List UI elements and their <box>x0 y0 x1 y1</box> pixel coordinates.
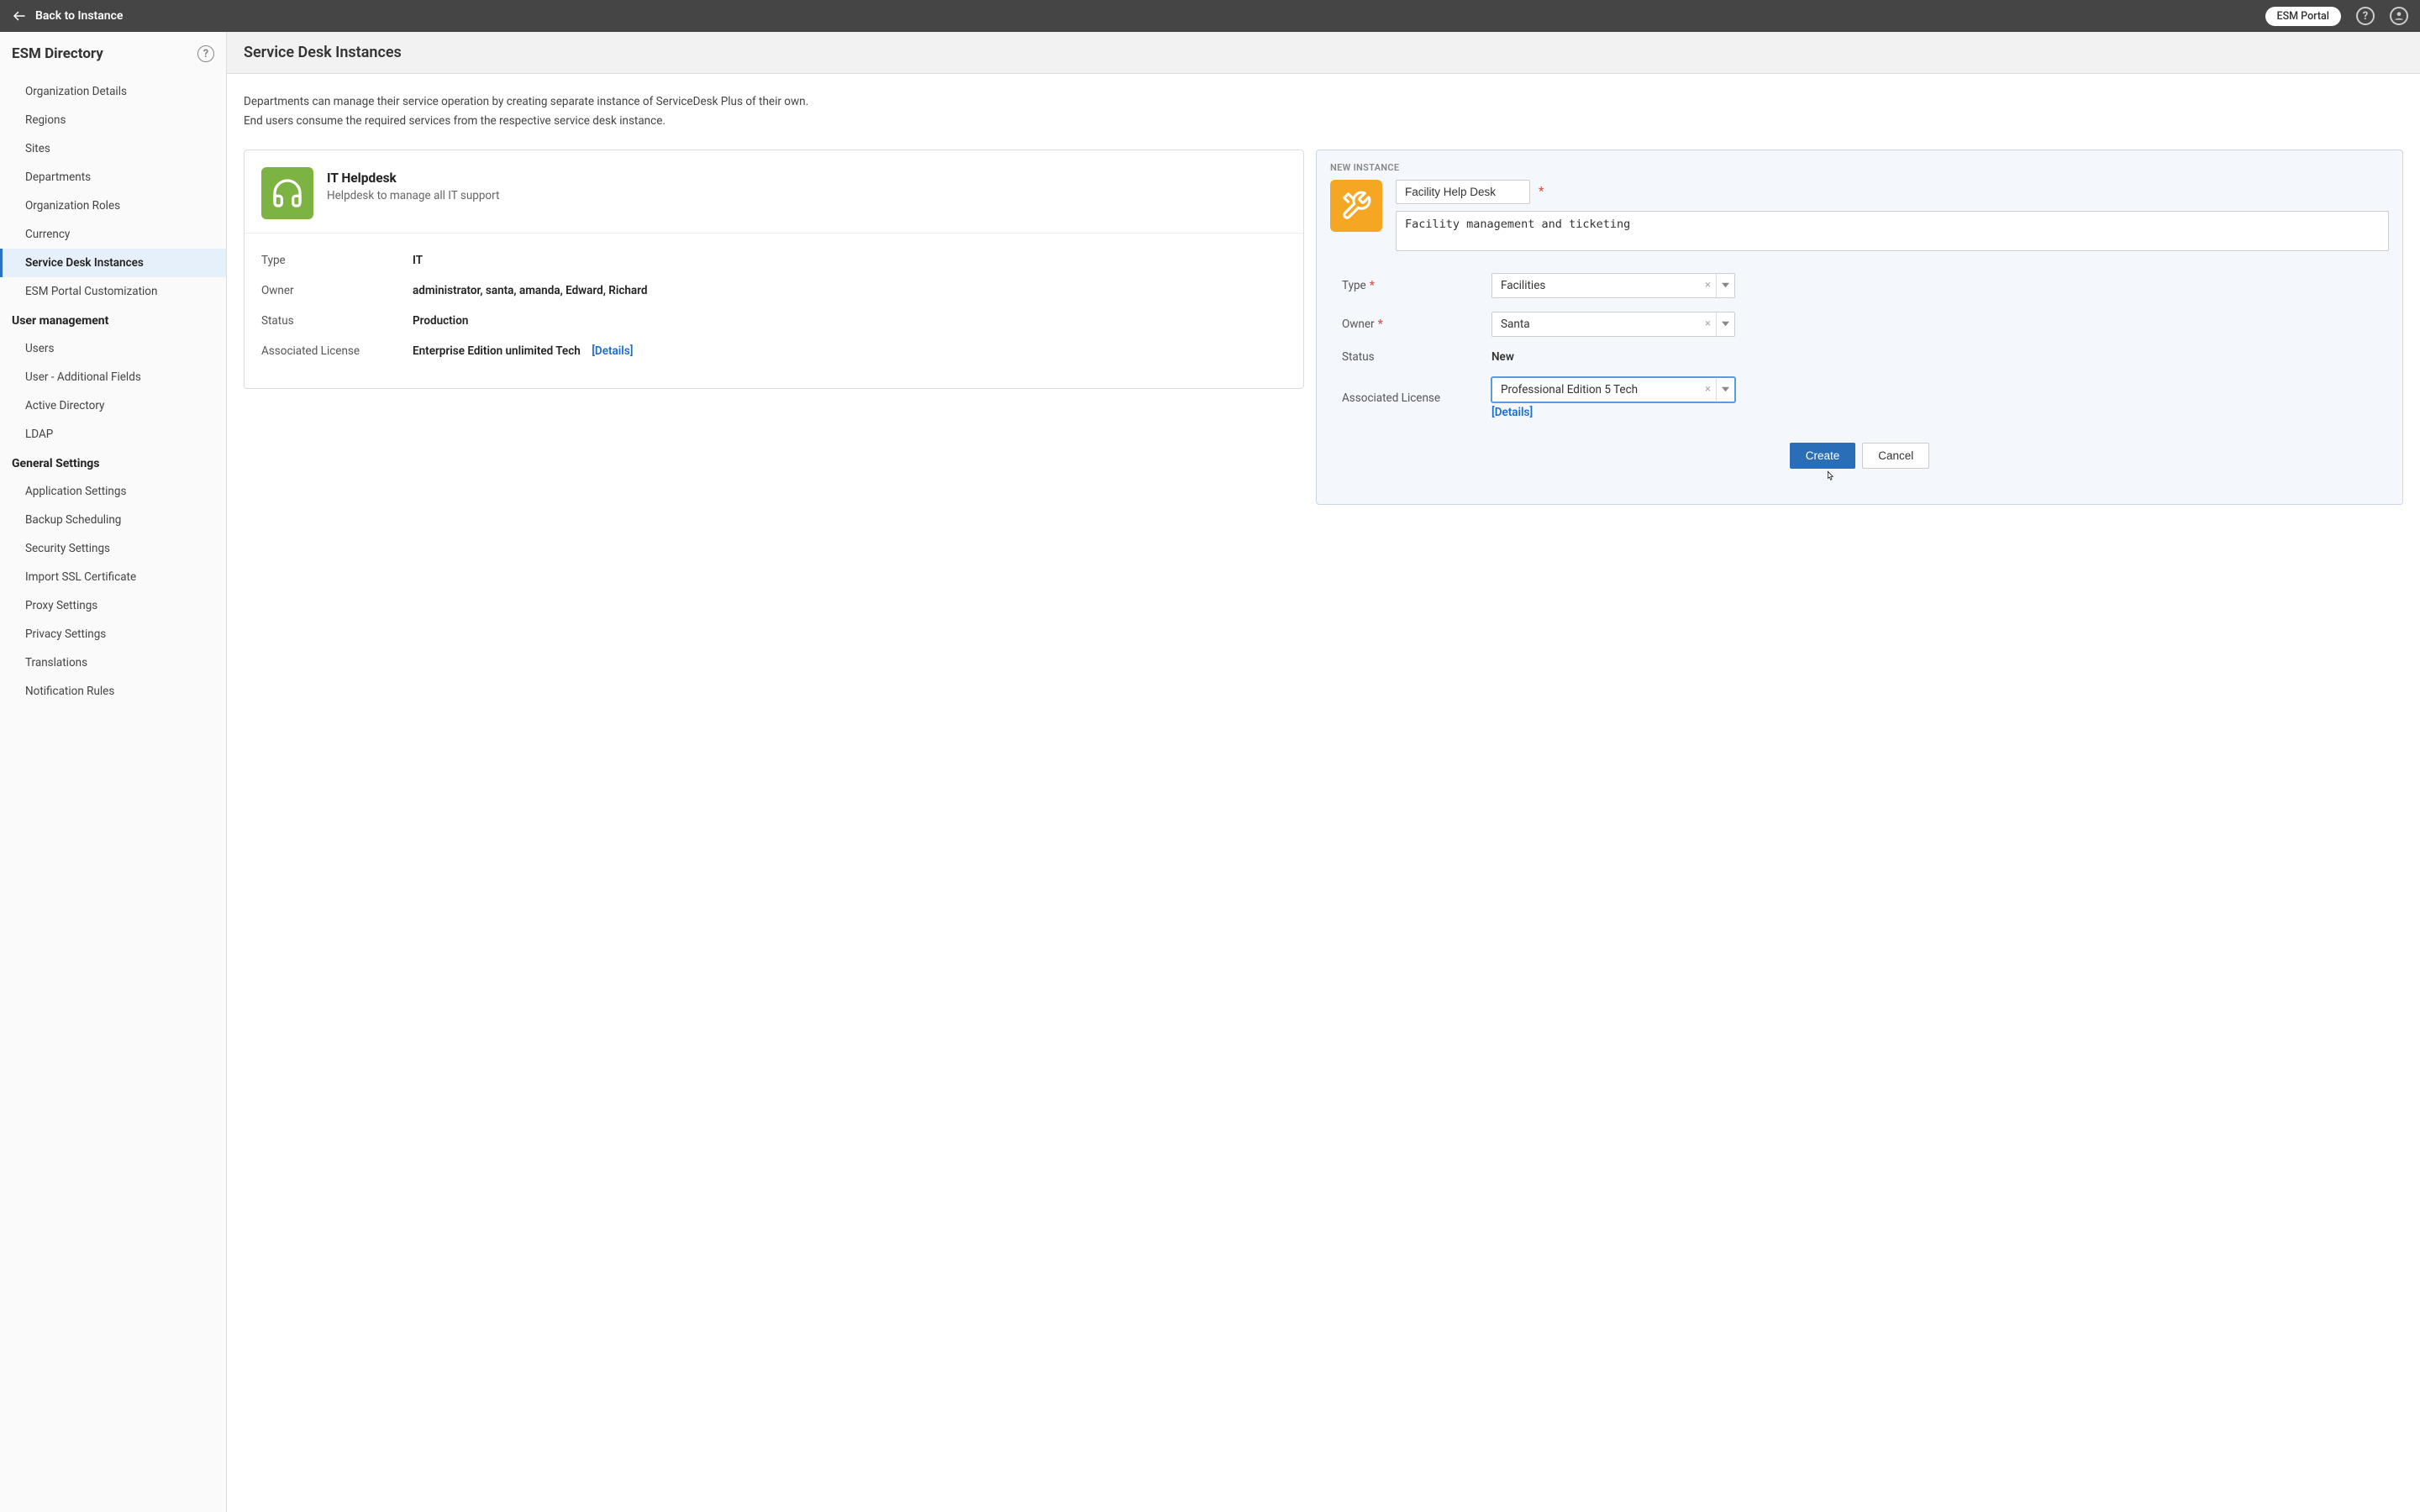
label-license: Associated License <box>261 344 413 358</box>
nav-user-additional-fields[interactable]: User - Additional Fields <box>0 363 226 391</box>
nav-organization-details[interactable]: Organization Details <box>0 77 226 106</box>
instance-icon-facility[interactable] <box>1330 180 1382 232</box>
nav-departments[interactable]: Departments <box>0 163 226 192</box>
nav-sites[interactable]: Sites <box>0 134 226 163</box>
value-license: Enterprise Edition unlimited Tech <box>413 344 581 358</box>
user-avatar-icon[interactable] <box>2390 7 2408 25</box>
form-value-status: New <box>1491 350 1514 364</box>
esm-portal-pill[interactable]: ESM Portal <box>2265 7 2341 26</box>
instance-subtitle: Helpdesk to manage all IT support <box>327 189 499 202</box>
cursor-pointer-icon <box>1823 469 1837 489</box>
label-status: Status <box>261 314 413 328</box>
nav-notification-rules[interactable]: Notification Rules <box>0 677 226 706</box>
create-button[interactable]: Create <box>1790 443 1856 469</box>
nav-privacy-settings[interactable]: Privacy Settings <box>0 620 226 648</box>
instance-icon-it <box>261 167 313 219</box>
instance-title: IT Helpdesk <box>327 171 499 186</box>
label-type: Type <box>261 254 413 267</box>
nav-service-desk-instances[interactable]: Service Desk Instances <box>0 249 226 277</box>
help-icon[interactable]: ? <box>2356 7 2375 25</box>
nav-users[interactable]: Users <box>0 334 226 363</box>
nav-proxy-settings[interactable]: Proxy Settings <box>0 591 226 620</box>
new-instance-heading: NEW INSTANCE <box>1330 162 2389 173</box>
sidebar: ESM Directory ? Organization Details Reg… <box>0 32 227 1512</box>
label-owner: Owner <box>261 284 413 297</box>
page-title: Service Desk Instances <box>244 44 2403 61</box>
nav-heading-user-management: User management <box>0 306 226 334</box>
required-indicator: * <box>1370 279 1375 292</box>
form-label-status: Status <box>1342 350 1375 364</box>
type-select[interactable]: Facilities × <box>1491 273 1735 298</box>
page-desc-line1: Departments can manage their service ope… <box>244 92 2403 112</box>
sidebar-title: ESM Directory <box>12 45 103 62</box>
license-select[interactable]: Professional Edition 5 Tech × <box>1491 377 1735 402</box>
nav-esm-portal-customization[interactable]: ESM Portal Customization <box>0 277 226 306</box>
nav-security-settings[interactable]: Security Settings <box>0 534 226 563</box>
owner-select[interactable]: Santa × <box>1491 312 1735 337</box>
chevron-down-icon <box>1716 378 1734 402</box>
value-status: Production <box>413 314 1286 328</box>
required-indicator: * <box>1539 185 1544 198</box>
topbar: Back to Instance ESM Portal ? <box>0 0 2420 32</box>
required-indicator: * <box>1378 318 1383 331</box>
new-instance-card: NEW INSTANCE * <box>1316 150 2403 505</box>
clear-icon[interactable]: × <box>1700 383 1716 396</box>
value-type: IT <box>413 254 1286 267</box>
chevron-down-icon <box>1716 274 1734 297</box>
instance-description-input[interactable] <box>1396 211 2389 251</box>
license-details-link[interactable]: [Details] <box>1491 406 1533 419</box>
owner-select-value: Santa <box>1501 318 1700 331</box>
instance-card: IT Helpdesk Helpdesk to manage all IT su… <box>244 150 1304 389</box>
nav-currency[interactable]: Currency <box>0 220 226 249</box>
nav-application-settings[interactable]: Application Settings <box>0 477 226 506</box>
nav-translations[interactable]: Translations <box>0 648 226 677</box>
nav-organization-roles[interactable]: Organization Roles <box>0 192 226 220</box>
instance-name-input[interactable] <box>1396 180 1530 204</box>
back-to-instance-link[interactable]: Back to Instance <box>12 8 123 24</box>
form-label-license: Associated License <box>1342 391 1440 405</box>
page-desc-line2: End users consume the required services … <box>244 112 2403 131</box>
license-details-link[interactable]: [Details] <box>592 344 633 358</box>
nav-heading-general-settings: General Settings <box>0 449 226 477</box>
value-owner: administrator, santa, amanda, Edward, Ri… <box>413 284 1286 297</box>
nav-regions[interactable]: Regions <box>0 106 226 134</box>
sidebar-help-icon[interactable]: ? <box>197 45 214 62</box>
type-select-value: Facilities <box>1501 279 1700 292</box>
nav-active-directory[interactable]: Active Directory <box>0 391 226 420</box>
nav-ldap[interactable]: LDAP <box>0 420 226 449</box>
form-label-owner: Owner <box>1342 318 1375 331</box>
nav-backup-scheduling[interactable]: Backup Scheduling <box>0 506 226 534</box>
back-label: Back to Instance <box>35 9 123 23</box>
license-select-value: Professional Edition 5 Tech <box>1501 383 1700 396</box>
form-label-type: Type <box>1342 279 1366 292</box>
back-arrow-icon <box>12 8 27 24</box>
clear-icon[interactable]: × <box>1700 279 1716 291</box>
main-content: Service Desk Instances Departments can m… <box>227 32 2420 1512</box>
nav-import-ssl-certificate[interactable]: Import SSL Certificate <box>0 563 226 591</box>
chevron-down-icon <box>1716 312 1734 336</box>
cancel-button[interactable]: Cancel <box>1862 443 1929 469</box>
clear-icon[interactable]: × <box>1700 318 1716 330</box>
